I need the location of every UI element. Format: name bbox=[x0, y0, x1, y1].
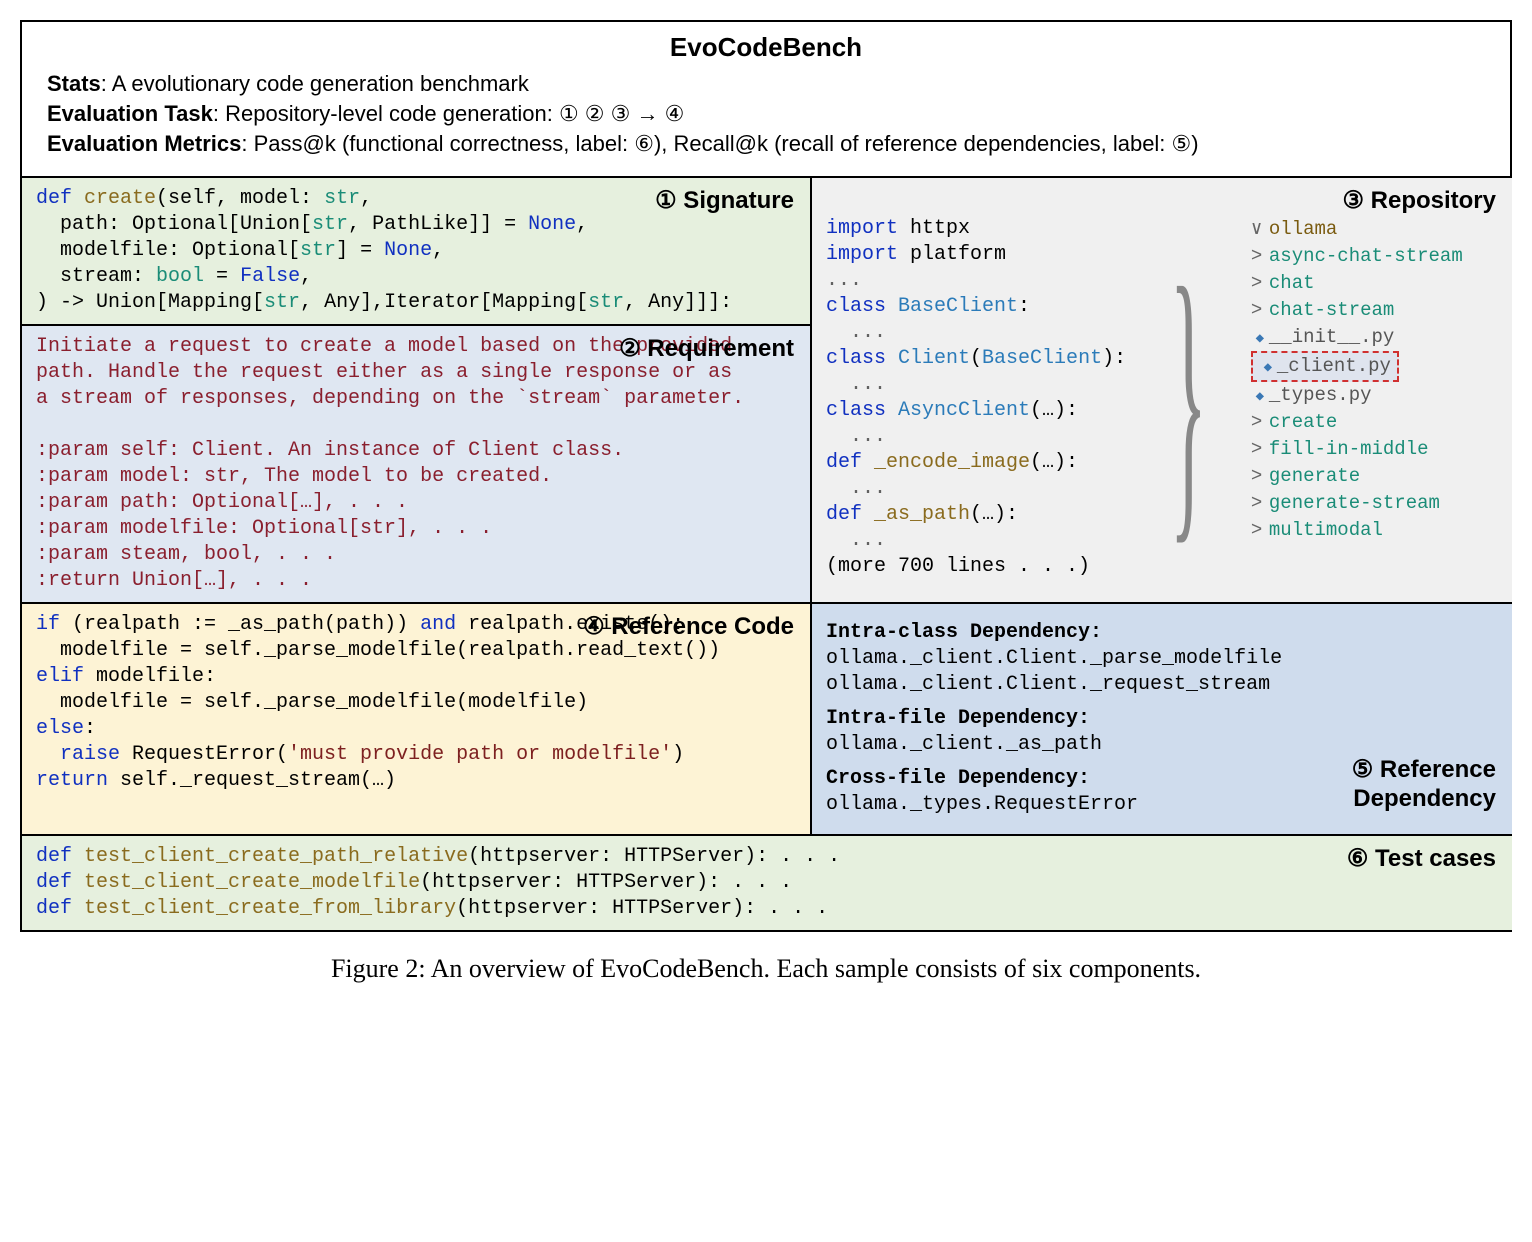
requirement-panel: ② Requirement Initiate a request to crea… bbox=[22, 326, 812, 604]
python-file-icon: ◆ bbox=[1259, 359, 1277, 379]
dependency-title: ⑤ ReferenceDependency bbox=[1352, 756, 1496, 814]
signature-panel: ① Signature def create(self, model: str,… bbox=[22, 178, 812, 326]
brace-icon: } bbox=[1170, 216, 1207, 580]
tests-panel: ⑥ Test cases def test_client_create_path… bbox=[22, 836, 1512, 930]
requirement-title: ② Requirement bbox=[619, 334, 794, 363]
python-file-icon: ◆ bbox=[1251, 330, 1269, 350]
dependency-panel: Intra-class Dependency: ollama._client.C… bbox=[812, 604, 1512, 836]
reference-code-title: ④ Reference Code bbox=[583, 612, 794, 641]
panels-grid: ① Signature def create(self, model: str,… bbox=[22, 178, 1510, 930]
signature-title: ① Signature bbox=[655, 186, 794, 215]
stats-line: Stats: A evolutionary code generation be… bbox=[47, 71, 1485, 97]
metrics-line: Evaluation Metrics: Pass@k (functional c… bbox=[47, 131, 1485, 157]
requirement-text: Initiate a request to create a model bas… bbox=[36, 334, 796, 594]
intra-file-dependency: Intra-file Dependency: ollama._client._a… bbox=[826, 706, 1498, 758]
tests-title: ⑥ Test cases bbox=[1347, 844, 1496, 873]
figure-title: EvoCodeBench bbox=[47, 32, 1485, 63]
tests-code: def test_client_create_path_relative(htt… bbox=[36, 844, 1498, 922]
figure-caption: Figure 2: An overview of EvoCodeBench. E… bbox=[20, 954, 1512, 984]
reference-code-panel: ④ Reference Code if (realpath := _as_pat… bbox=[22, 604, 812, 836]
repository-code: import httpx import platform ... class B… bbox=[826, 216, 1126, 580]
file-tree: ∨ollama >async-chat-stream >chat >chat-s… bbox=[1251, 216, 1498, 580]
task-line: Evaluation Task: Repository-level code g… bbox=[47, 101, 1485, 127]
figure-container: EvoCodeBench Stats: A evolutionary code … bbox=[20, 20, 1512, 932]
header: EvoCodeBench Stats: A evolutionary code … bbox=[22, 22, 1510, 178]
python-file-icon: ◆ bbox=[1251, 388, 1269, 408]
intra-class-dependency: Intra-class Dependency: ollama._client.C… bbox=[826, 620, 1498, 698]
repository-title: ③ Repository bbox=[1342, 186, 1496, 215]
repository-panel: ③ Repository import httpx import platfor… bbox=[812, 178, 1512, 604]
